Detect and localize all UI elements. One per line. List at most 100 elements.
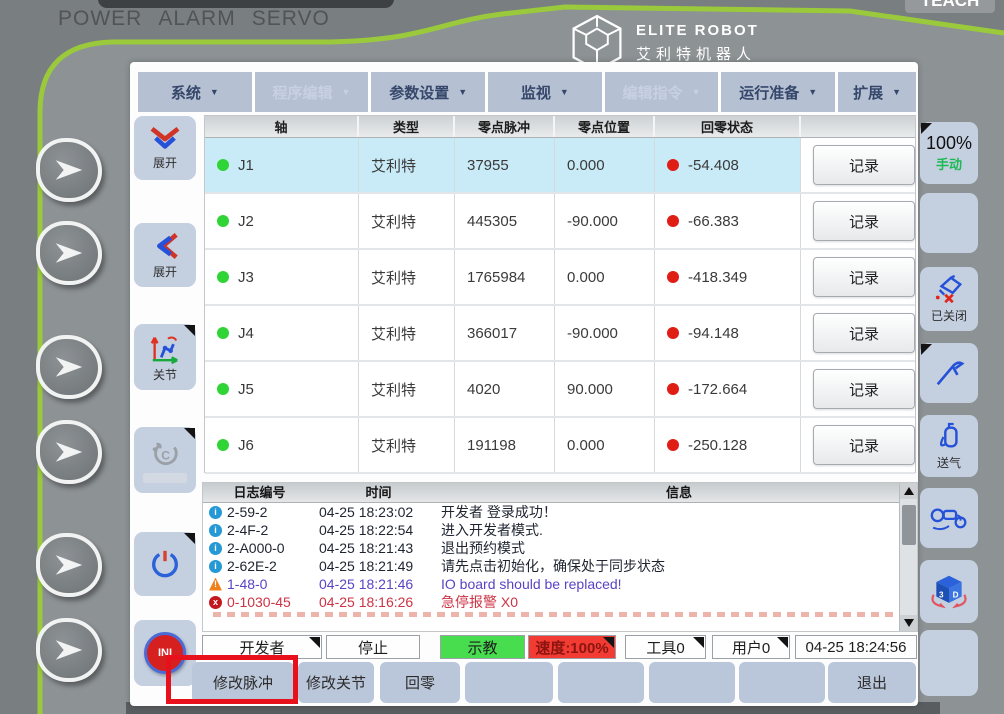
soft-key-blank[interactable] (558, 662, 644, 703)
log-row[interactable]: i 2-59-2 04-25 18:23:02 开发者 登录成功！ (203, 503, 917, 521)
pendant-arrow-button[interactable] (36, 138, 102, 202)
power-led-label: POWER (58, 7, 143, 30)
status-mode: 示教 (440, 635, 525, 659)
record-button[interactable]: 记录 (813, 369, 915, 409)
expand-down-button[interactable]: 展开 (134, 116, 196, 180)
log-scrollbar[interactable] (899, 483, 917, 631)
status-datetime: 04-25 18:24:56 (795, 635, 917, 659)
axis-name: J5 (238, 380, 254, 398)
right-toolbar-blank-button[interactable] (920, 630, 978, 696)
speed-percent-label: 100% (925, 133, 973, 153)
status-speed[interactable]: 速度:100% (528, 635, 616, 659)
tool-closed-button[interactable]: 已关闭 (920, 267, 978, 331)
status-user-frame[interactable]: 用户0 (712, 635, 790, 659)
air-supply-button[interactable]: 送气 (920, 415, 978, 477)
power-button[interactable] (134, 532, 196, 596)
pendant-arrow-button[interactable] (36, 420, 102, 484)
soft-key-blank[interactable] (739, 662, 825, 703)
soft-key-modify-joint[interactable]: 修改关节 (298, 662, 374, 703)
log-row[interactable]: i 2-4F-2 04-25 18:22:54 进入开发者模式. (203, 521, 917, 539)
handle-control-button[interactable] (920, 488, 978, 548)
status-user[interactable]: 开发者 (202, 635, 322, 659)
pendant-arrow-button[interactable] (36, 221, 102, 285)
menu-run-prepare[interactable]: 运行准备 ▼ (721, 72, 836, 112)
home-value: -172.664 (688, 380, 748, 398)
soft-key-exit[interactable]: 退出 (828, 662, 916, 703)
joint-mode-label: 关节 (152, 367, 177, 382)
log-row[interactable]: x 0-1030-45 04-25 18:16:26 急停报警 X0 (203, 593, 917, 611)
svg-text:3: 3 (939, 590, 944, 599)
expand-left-label: 展开 (152, 264, 177, 279)
3d-cube-icon: 3 D (931, 575, 967, 608)
arrow-icon (55, 555, 83, 575)
3d-view-button[interactable]: 3 D (920, 560, 978, 623)
table-row[interactable]: J5 艾利特 4020 90.000 -172.664 记录 (205, 362, 915, 418)
menu-system[interactable]: 系统 ▼ (138, 72, 252, 112)
cycle-mode-button: C (134, 427, 196, 493)
error-icon: x (209, 595, 222, 609)
pendant-arrow-button[interactable] (36, 533, 102, 597)
teach-badge: TEACH (905, 0, 995, 13)
chevron-down-icon: ▼ (458, 87, 468, 97)
scroll-thumb[interactable] (902, 505, 916, 545)
col-type: 类型 (359, 116, 455, 137)
double-chevron-down-icon (150, 126, 180, 149)
record-button[interactable]: 记录 (813, 257, 915, 297)
axis-name: J3 (238, 268, 254, 286)
record-button[interactable]: 记录 (813, 313, 915, 353)
col-home-status: 回零状态 (655, 116, 801, 137)
expand-left-button[interactable]: 展开 (134, 223, 196, 287)
joint-mode-button[interactable]: 关节 (134, 324, 196, 390)
zero-pulse: 37955 (455, 138, 555, 192)
home-status-dot (667, 439, 679, 451)
table-row[interactable]: J1 艾利特 37955 0.000 -54.408 记录 (205, 138, 915, 194)
axis-ok-dot (217, 271, 229, 283)
axis-ok-dot (217, 215, 229, 227)
home-value: -66.383 (688, 212, 739, 230)
status-run-state: 停止 (326, 635, 420, 659)
menu-extend[interactable]: 扩展 ▼ (838, 72, 917, 112)
torch-button[interactable] (920, 343, 978, 403)
table-row[interactable]: J2 艾利特 445305 -90.000 -66.383 记录 (205, 194, 915, 250)
soft-key-blank[interactable] (649, 662, 735, 703)
power-icon (152, 550, 178, 578)
chevron-down-icon: ▼ (559, 87, 569, 97)
table-row[interactable]: J4 艾利特 366017 -90.000 -94.148 记录 (205, 306, 915, 362)
arrow-icon (55, 442, 83, 462)
triangle-up-icon (904, 487, 914, 495)
log-row[interactable]: i 2-A000-0 04-25 18:21:43 退出预约模式 (203, 539, 917, 557)
soft-key-go-home[interactable]: 回零 (380, 662, 460, 703)
axis-name: J1 (238, 156, 254, 174)
scroll-down-button[interactable] (900, 615, 917, 631)
expand-down-label: 展开 (152, 155, 177, 170)
log-row[interactable]: ! 1-48-0 04-25 18:21:46 IO board should … (203, 575, 917, 593)
record-button[interactable]: 记录 (813, 425, 915, 465)
menu-parameter-settings[interactable]: 参数设置 ▼ (371, 72, 486, 112)
table-row[interactable]: J6 艾利特 191198 0.000 -250.128 记录 (205, 418, 915, 474)
log-row[interactable]: i 2-62E-2 04-25 18:21:49 请先点击初始化，确保处于同步状… (203, 557, 917, 575)
right-toolbar-blank-button[interactable] (920, 193, 978, 253)
scroll-up-button[interactable] (900, 483, 917, 499)
home-status-dot (667, 159, 679, 171)
home-status-dot (667, 327, 679, 339)
pendant-arrow-button[interactable] (36, 618, 102, 682)
axis-ok-dot (217, 383, 229, 395)
arrow-icon (55, 160, 83, 180)
led-labels: POWER ALARM SERVO (58, 7, 346, 31)
tool-closed-label: 已关闭 (930, 308, 967, 323)
ini-button[interactable]: INI (134, 620, 196, 686)
soft-key-modify-pulse[interactable]: 修改脉冲 (192, 662, 294, 703)
zero-position: 0.000 (555, 418, 655, 472)
speed-mode-button[interactable]: 100% 手动 (920, 122, 978, 184)
home-value: -54.408 (688, 156, 739, 174)
soft-key-blank[interactable] (465, 662, 553, 703)
menu-monitor[interactable]: 监视 ▼ (488, 72, 602, 112)
status-tool[interactable]: 工具0 (625, 635, 706, 659)
record-button[interactable]: 记录 (813, 145, 915, 185)
home-value: -94.148 (688, 324, 739, 342)
record-button[interactable]: 记录 (813, 201, 915, 241)
log-col-time: 时间 (365, 485, 392, 500)
pendant-arrow-button[interactable] (36, 335, 102, 399)
home-status-dot (667, 271, 679, 283)
table-row[interactable]: J3 艾利特 1765984 0.000 -418.349 记录 (205, 250, 915, 306)
